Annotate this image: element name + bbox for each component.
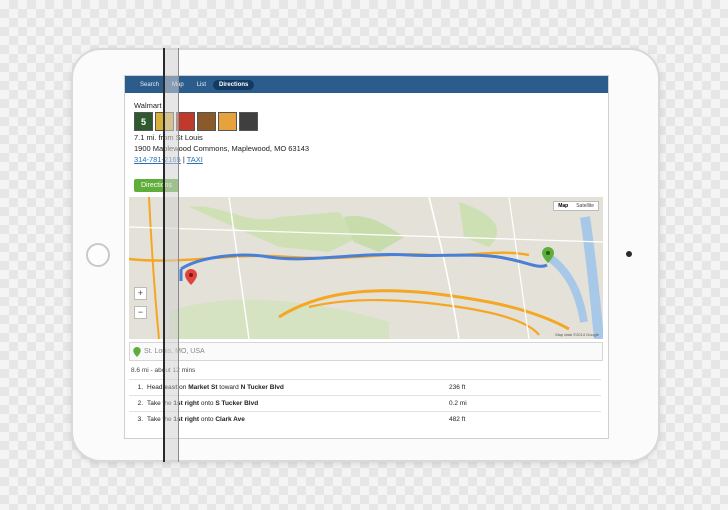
start-location-bar: St. Louis, MO, USA [129,342,603,361]
direction-step[interactable]: 3. Take the 1st right onto Clark Ave 482… [129,411,601,427]
start-pin-icon[interactable] [542,247,554,263]
store-logos: 5 [134,112,309,131]
brand-logo [239,112,258,131]
top-nav: Search Map List Directions [125,76,608,93]
map-credit: Map data ©2014 Google [555,332,599,337]
contact-row: 314-781-2165 | TAXI [134,155,309,164]
separator: | [182,155,185,164]
brand-logo [218,112,237,131]
address-text: 1900 Maplewood Commons, Maplewood, MO 63… [134,144,310,153]
step-number: 1. [137,384,143,391]
zoom-out-button[interactable]: − [134,306,147,319]
map-canvas [129,197,603,339]
destination-pin-icon[interactable] [185,269,197,285]
map-type-toggle: Map Satellite [553,201,599,211]
direction-steps: 1. Head east on Market St toward N Tucke… [129,379,601,427]
brand-logo [197,112,216,131]
front-camera [626,251,632,257]
home-button[interactable] [86,243,110,267]
step-instruction: Head east on Market St toward N Tucker B… [147,384,284,391]
distance-text: 7.1 mi. from St Louis [134,133,203,142]
brand-logo: 5 [134,112,153,131]
tab-directions[interactable]: Directions [213,79,255,90]
direction-step[interactable]: 2. Take the 1st right onto S Tucker Blvd… [129,395,601,411]
taxi-link[interactable]: TAXI [187,155,203,164]
step-number: 2. [137,400,143,407]
map-type-satellite[interactable]: Satellite [572,202,598,210]
glass-overlay-strip [163,48,179,462]
step-distance: 482 ft [449,416,466,423]
app-screen: Search Map List Directions Walmart 5 7.1… [124,75,609,439]
direction-step[interactable]: 1. Head east on Market St toward N Tucke… [129,379,601,395]
map-type-map[interactable]: Map [554,202,572,210]
start-location-pin-icon [133,346,141,357]
step-distance: 0.2 mi [449,400,467,407]
store-name: Walmart [134,101,162,110]
step-instruction: Take the 1st right onto Clark Ave [147,416,245,423]
step-instruction: Take the 1st right onto S Tucker Blvd [147,400,259,407]
zoom-in-button[interactable]: + [134,287,147,300]
route-map[interactable]: Map Satellite + − Map data ©2014 Google [129,197,603,339]
tab-list[interactable]: List [191,80,212,90]
step-number: 3. [137,416,143,423]
step-distance: 236 ft [449,384,466,391]
tab-search[interactable]: Search [134,80,165,90]
store-info: Walmart 5 7.1 mi. from St Louis 1900 Map… [134,101,309,164]
